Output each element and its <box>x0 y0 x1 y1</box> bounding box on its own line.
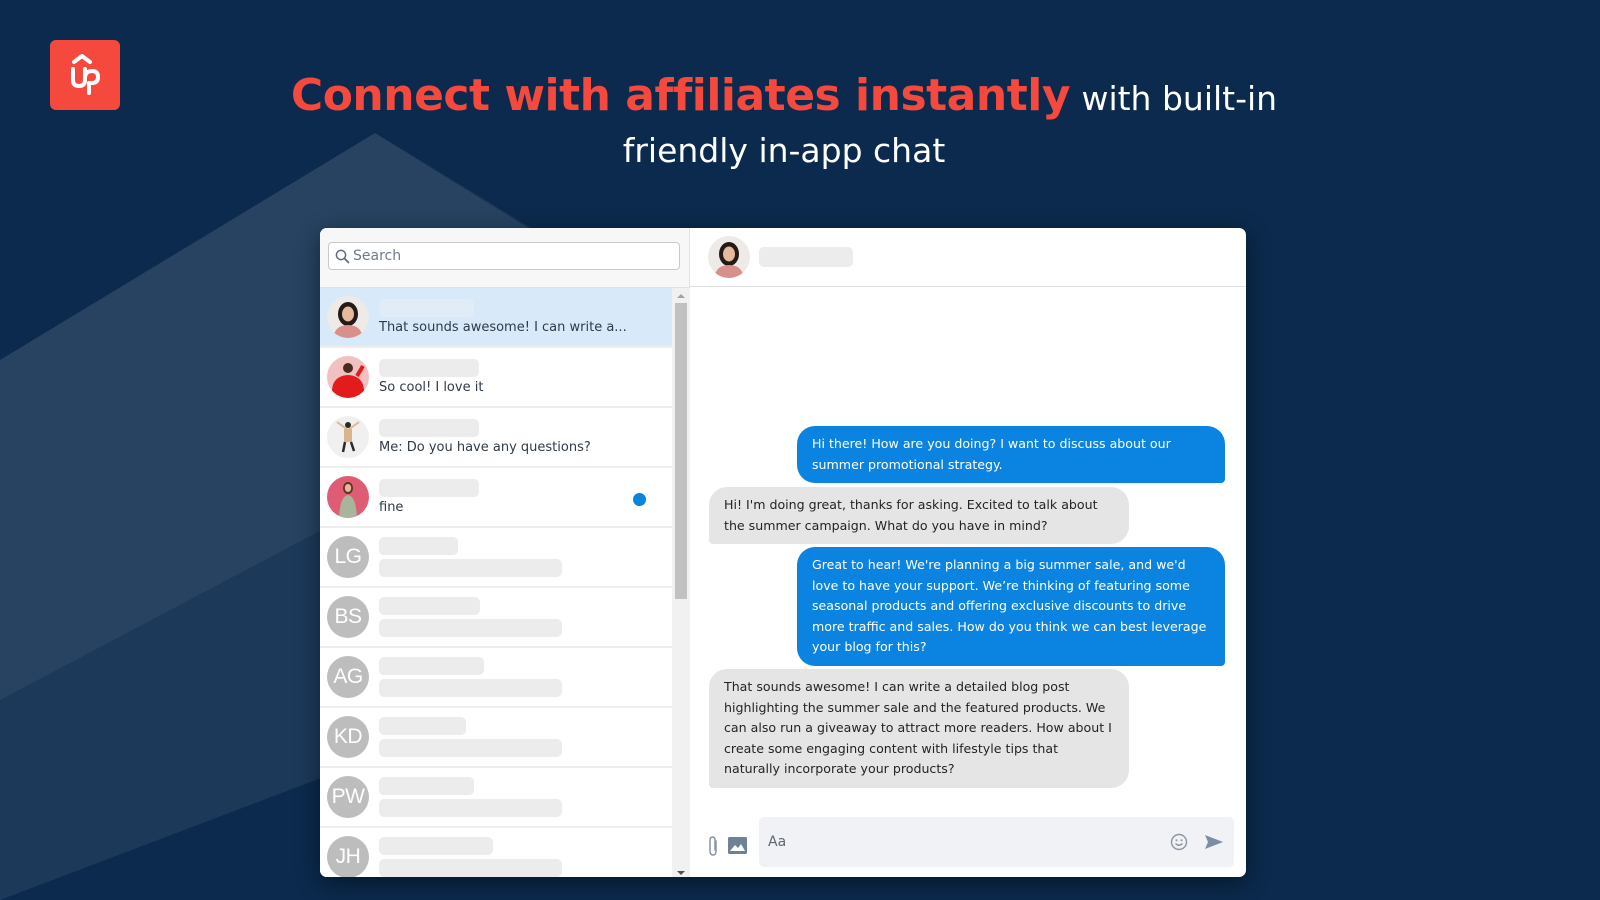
message-list: Hi there! How are you doing? I want to d… <box>690 288 1245 800</box>
preview-placeholder <box>379 559 562 577</box>
conversation-preview: Me: Do you have any questions? <box>379 440 591 455</box>
preview-placeholder <box>379 619 562 637</box>
scrollbar-thumb[interactable] <box>675 303 687 599</box>
contact-name-placeholder <box>379 837 493 855</box>
conversation-item[interactable]: Me: Do you have any questions? <box>320 408 672 468</box>
conversation-preview: fine <box>379 500 404 515</box>
contact-name-placeholder <box>379 419 479 437</box>
message-outgoing: Hi there! How are you doing? I want to d… <box>797 426 1225 484</box>
conversation-item[interactable]: That sounds awesome! I can write a... <box>320 288 672 348</box>
message-outgoing: Great to hear! We're planning a big summ… <box>797 547 1225 666</box>
conversation-list: That sounds awesome! I can write a... So… <box>320 288 672 877</box>
contact-name-placeholder <box>379 657 484 675</box>
conversation-item[interactable]: PW <box>320 768 672 828</box>
conversation-item[interactable]: fine <box>320 468 672 528</box>
conversation-item[interactable]: BS <box>320 588 672 648</box>
paperclip-icon[interactable] <box>702 835 724 857</box>
chat-window: That sounds awesome! I can write a... So… <box>320 228 1246 877</box>
search-icon <box>335 249 350 263</box>
scroll-down-arrow-icon[interactable] <box>677 871 685 875</box>
emoji-icon[interactable] <box>1170 833 1188 856</box>
chat-contact-name-placeholder <box>759 247 853 267</box>
conversation-item[interactable]: So cool! I love it <box>320 348 672 408</box>
search-area <box>320 228 689 288</box>
conversation-preview: That sounds awesome! I can write a... <box>379 320 627 335</box>
headline-accent: Connect with affiliates instantly <box>290 70 1071 121</box>
preview-placeholder <box>379 799 562 817</box>
contact-name-placeholder <box>379 777 474 795</box>
message-input-box[interactable] <box>759 817 1234 867</box>
message-input[interactable] <box>768 834 1158 850</box>
scroll-up-arrow-icon[interactable] <box>677 294 685 298</box>
contact-name-placeholder <box>379 717 466 735</box>
preview-placeholder <box>379 679 562 697</box>
contact-name-placeholder <box>379 479 479 497</box>
headline-rest: with built-in <box>1081 79 1278 118</box>
preview-placeholder <box>379 859 562 877</box>
message-incoming: Hi! I'm doing great, thanks for asking. … <box>709 487 1129 545</box>
conversation-item[interactable]: LG <box>320 528 672 588</box>
send-icon[interactable] <box>1204 834 1224 855</box>
avatar-initials: BS <box>327 596 369 638</box>
headline-line2: friendly in-app chat <box>622 131 946 170</box>
message-incoming: That sounds awesome! I can write a detai… <box>709 669 1129 788</box>
avatar-initials: PW <box>327 776 369 818</box>
contact-name-placeholder <box>379 597 480 615</box>
image-icon[interactable] <box>726 834 748 856</box>
chat-panel: Hi there! How are you doing? I want to d… <box>690 228 1246 877</box>
avatar <box>327 476 369 518</box>
avatar-initials: LG <box>327 536 369 578</box>
contact-name-placeholder <box>379 537 458 555</box>
conversation-preview: So cool! I love it <box>379 380 484 395</box>
conversation-sidebar: That sounds awesome! I can write a... So… <box>320 228 690 877</box>
conversation-scrollbar[interactable] <box>672 288 690 877</box>
avatar <box>327 296 369 338</box>
search-box[interactable] <box>328 242 680 270</box>
page-headline: Connect with affiliates instantly with b… <box>0 70 1568 177</box>
contact-name-placeholder <box>379 299 474 317</box>
chat-contact-avatar[interactable] <box>708 236 750 278</box>
contact-name-placeholder <box>379 359 479 377</box>
search-input[interactable] <box>353 248 653 264</box>
avatar-initials: KD <box>327 716 369 758</box>
preview-placeholder <box>379 739 562 757</box>
conversation-item[interactable]: AG <box>320 648 672 708</box>
chat-header <box>690 228 1246 287</box>
message-composer <box>690 813 1245 877</box>
avatar-initials: JH <box>327 836 369 877</box>
avatar <box>327 416 369 458</box>
conversation-item[interactable]: KD <box>320 708 672 768</box>
conversation-item[interactable]: JH <box>320 828 672 877</box>
unread-indicator <box>633 493 646 506</box>
avatar <box>327 356 369 398</box>
avatar-initials: AG <box>327 656 369 698</box>
